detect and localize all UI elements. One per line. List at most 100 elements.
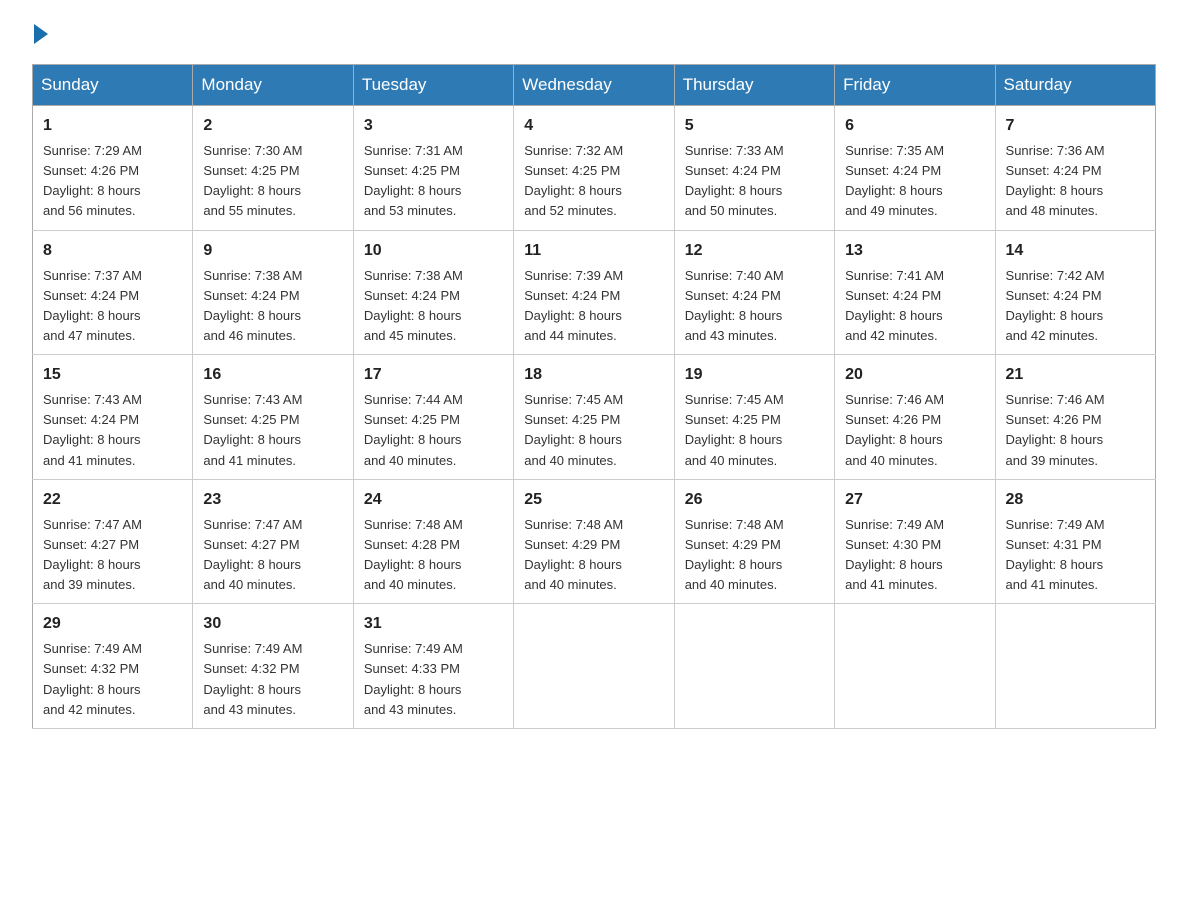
- day-number: 26: [685, 488, 824, 512]
- calendar-cell: 5 Sunrise: 7:33 AMSunset: 4:24 PMDayligh…: [674, 106, 834, 231]
- calendar-cell: 4 Sunrise: 7:32 AMSunset: 4:25 PMDayligh…: [514, 106, 674, 231]
- day-info: Sunrise: 7:38 AMSunset: 4:24 PMDaylight:…: [203, 268, 302, 343]
- calendar-cell: [995, 604, 1155, 729]
- day-info: Sunrise: 7:49 AMSunset: 4:32 PMDaylight:…: [43, 641, 142, 716]
- calendar-cell: 15 Sunrise: 7:43 AMSunset: 4:24 PMDaylig…: [33, 355, 193, 480]
- day-info: Sunrise: 7:49 AMSunset: 4:33 PMDaylight:…: [364, 641, 463, 716]
- calendar-cell: 11 Sunrise: 7:39 AMSunset: 4:24 PMDaylig…: [514, 230, 674, 355]
- header-friday: Friday: [835, 65, 995, 106]
- day-info: Sunrise: 7:45 AMSunset: 4:25 PMDaylight:…: [685, 392, 784, 467]
- calendar-cell: 2 Sunrise: 7:30 AMSunset: 4:25 PMDayligh…: [193, 106, 353, 231]
- day-number: 1: [43, 114, 182, 138]
- day-number: 6: [845, 114, 984, 138]
- day-info: Sunrise: 7:47 AMSunset: 4:27 PMDaylight:…: [43, 517, 142, 592]
- calendar-week-row: 22 Sunrise: 7:47 AMSunset: 4:27 PMDaylig…: [33, 479, 1156, 604]
- day-info: Sunrise: 7:45 AMSunset: 4:25 PMDaylight:…: [524, 392, 623, 467]
- day-info: Sunrise: 7:49 AMSunset: 4:30 PMDaylight:…: [845, 517, 944, 592]
- calendar-week-row: 1 Sunrise: 7:29 AMSunset: 4:26 PMDayligh…: [33, 106, 1156, 231]
- day-info: Sunrise: 7:48 AMSunset: 4:29 PMDaylight:…: [685, 517, 784, 592]
- calendar-cell: 22 Sunrise: 7:47 AMSunset: 4:27 PMDaylig…: [33, 479, 193, 604]
- calendar-cell: 19 Sunrise: 7:45 AMSunset: 4:25 PMDaylig…: [674, 355, 834, 480]
- calendar-cell: 27 Sunrise: 7:49 AMSunset: 4:30 PMDaylig…: [835, 479, 995, 604]
- day-number: 2: [203, 114, 342, 138]
- calendar-cell: 12 Sunrise: 7:40 AMSunset: 4:24 PMDaylig…: [674, 230, 834, 355]
- day-number: 4: [524, 114, 663, 138]
- calendar-cell: 9 Sunrise: 7:38 AMSunset: 4:24 PMDayligh…: [193, 230, 353, 355]
- day-info: Sunrise: 7:49 AMSunset: 4:32 PMDaylight:…: [203, 641, 302, 716]
- day-info: Sunrise: 7:31 AMSunset: 4:25 PMDaylight:…: [364, 143, 463, 218]
- calendar-cell: 18 Sunrise: 7:45 AMSunset: 4:25 PMDaylig…: [514, 355, 674, 480]
- day-info: Sunrise: 7:48 AMSunset: 4:28 PMDaylight:…: [364, 517, 463, 592]
- calendar-cell: 23 Sunrise: 7:47 AMSunset: 4:27 PMDaylig…: [193, 479, 353, 604]
- day-info: Sunrise: 7:38 AMSunset: 4:24 PMDaylight:…: [364, 268, 463, 343]
- header-thursday: Thursday: [674, 65, 834, 106]
- day-info: Sunrise: 7:42 AMSunset: 4:24 PMDaylight:…: [1006, 268, 1105, 343]
- day-number: 3: [364, 114, 503, 138]
- day-info: Sunrise: 7:46 AMSunset: 4:26 PMDaylight:…: [1006, 392, 1105, 467]
- logo-arrow-icon: [34, 24, 48, 44]
- day-number: 7: [1006, 114, 1145, 138]
- calendar-cell: 29 Sunrise: 7:49 AMSunset: 4:32 PMDaylig…: [33, 604, 193, 729]
- day-info: Sunrise: 7:40 AMSunset: 4:24 PMDaylight:…: [685, 268, 784, 343]
- calendar-cell: 30 Sunrise: 7:49 AMSunset: 4:32 PMDaylig…: [193, 604, 353, 729]
- day-number: 9: [203, 239, 342, 263]
- calendar-cell: 17 Sunrise: 7:44 AMSunset: 4:25 PMDaylig…: [353, 355, 513, 480]
- calendar-cell: 6 Sunrise: 7:35 AMSunset: 4:24 PMDayligh…: [835, 106, 995, 231]
- calendar-cell: 1 Sunrise: 7:29 AMSunset: 4:26 PMDayligh…: [33, 106, 193, 231]
- calendar-cell: [514, 604, 674, 729]
- day-info: Sunrise: 7:49 AMSunset: 4:31 PMDaylight:…: [1006, 517, 1105, 592]
- day-number: 17: [364, 363, 503, 387]
- header-wednesday: Wednesday: [514, 65, 674, 106]
- header-saturday: Saturday: [995, 65, 1155, 106]
- day-number: 28: [1006, 488, 1145, 512]
- calendar-cell: 24 Sunrise: 7:48 AMSunset: 4:28 PMDaylig…: [353, 479, 513, 604]
- page-header: [32, 24, 1156, 44]
- calendar-cell: 20 Sunrise: 7:46 AMSunset: 4:26 PMDaylig…: [835, 355, 995, 480]
- calendar-week-row: 15 Sunrise: 7:43 AMSunset: 4:24 PMDaylig…: [33, 355, 1156, 480]
- calendar-cell: 7 Sunrise: 7:36 AMSunset: 4:24 PMDayligh…: [995, 106, 1155, 231]
- day-number: 21: [1006, 363, 1145, 387]
- calendar-cell: 8 Sunrise: 7:37 AMSunset: 4:24 PMDayligh…: [33, 230, 193, 355]
- day-info: Sunrise: 7:30 AMSunset: 4:25 PMDaylight:…: [203, 143, 302, 218]
- day-info: Sunrise: 7:33 AMSunset: 4:24 PMDaylight:…: [685, 143, 784, 218]
- logo: [32, 24, 50, 44]
- day-info: Sunrise: 7:36 AMSunset: 4:24 PMDaylight:…: [1006, 143, 1105, 218]
- day-number: 15: [43, 363, 182, 387]
- day-number: 18: [524, 363, 663, 387]
- day-number: 23: [203, 488, 342, 512]
- calendar-cell: 28 Sunrise: 7:49 AMSunset: 4:31 PMDaylig…: [995, 479, 1155, 604]
- day-number: 14: [1006, 239, 1145, 263]
- day-info: Sunrise: 7:35 AMSunset: 4:24 PMDaylight:…: [845, 143, 944, 218]
- day-number: 12: [685, 239, 824, 263]
- day-number: 27: [845, 488, 984, 512]
- calendar-cell: 13 Sunrise: 7:41 AMSunset: 4:24 PMDaylig…: [835, 230, 995, 355]
- day-number: 13: [845, 239, 984, 263]
- day-number: 29: [43, 612, 182, 636]
- calendar-cell: 10 Sunrise: 7:38 AMSunset: 4:24 PMDaylig…: [353, 230, 513, 355]
- header-tuesday: Tuesday: [353, 65, 513, 106]
- day-info: Sunrise: 7:43 AMSunset: 4:25 PMDaylight:…: [203, 392, 302, 467]
- header-sunday: Sunday: [33, 65, 193, 106]
- day-number: 19: [685, 363, 824, 387]
- day-number: 30: [203, 612, 342, 636]
- day-info: Sunrise: 7:48 AMSunset: 4:29 PMDaylight:…: [524, 517, 623, 592]
- calendar-cell: 21 Sunrise: 7:46 AMSunset: 4:26 PMDaylig…: [995, 355, 1155, 480]
- day-number: 10: [364, 239, 503, 263]
- calendar-cell: 3 Sunrise: 7:31 AMSunset: 4:25 PMDayligh…: [353, 106, 513, 231]
- day-info: Sunrise: 7:41 AMSunset: 4:24 PMDaylight:…: [845, 268, 944, 343]
- day-number: 31: [364, 612, 503, 636]
- header-monday: Monday: [193, 65, 353, 106]
- calendar-cell: 16 Sunrise: 7:43 AMSunset: 4:25 PMDaylig…: [193, 355, 353, 480]
- day-number: 16: [203, 363, 342, 387]
- day-info: Sunrise: 7:46 AMSunset: 4:26 PMDaylight:…: [845, 392, 944, 467]
- day-info: Sunrise: 7:32 AMSunset: 4:25 PMDaylight:…: [524, 143, 623, 218]
- day-info: Sunrise: 7:37 AMSunset: 4:24 PMDaylight:…: [43, 268, 142, 343]
- day-number: 5: [685, 114, 824, 138]
- calendar-cell: [674, 604, 834, 729]
- calendar-cell: 14 Sunrise: 7:42 AMSunset: 4:24 PMDaylig…: [995, 230, 1155, 355]
- calendar-cell: 25 Sunrise: 7:48 AMSunset: 4:29 PMDaylig…: [514, 479, 674, 604]
- calendar-table: SundayMondayTuesdayWednesdayThursdayFrid…: [32, 64, 1156, 729]
- calendar-week-row: 8 Sunrise: 7:37 AMSunset: 4:24 PMDayligh…: [33, 230, 1156, 355]
- day-number: 25: [524, 488, 663, 512]
- day-info: Sunrise: 7:29 AMSunset: 4:26 PMDaylight:…: [43, 143, 142, 218]
